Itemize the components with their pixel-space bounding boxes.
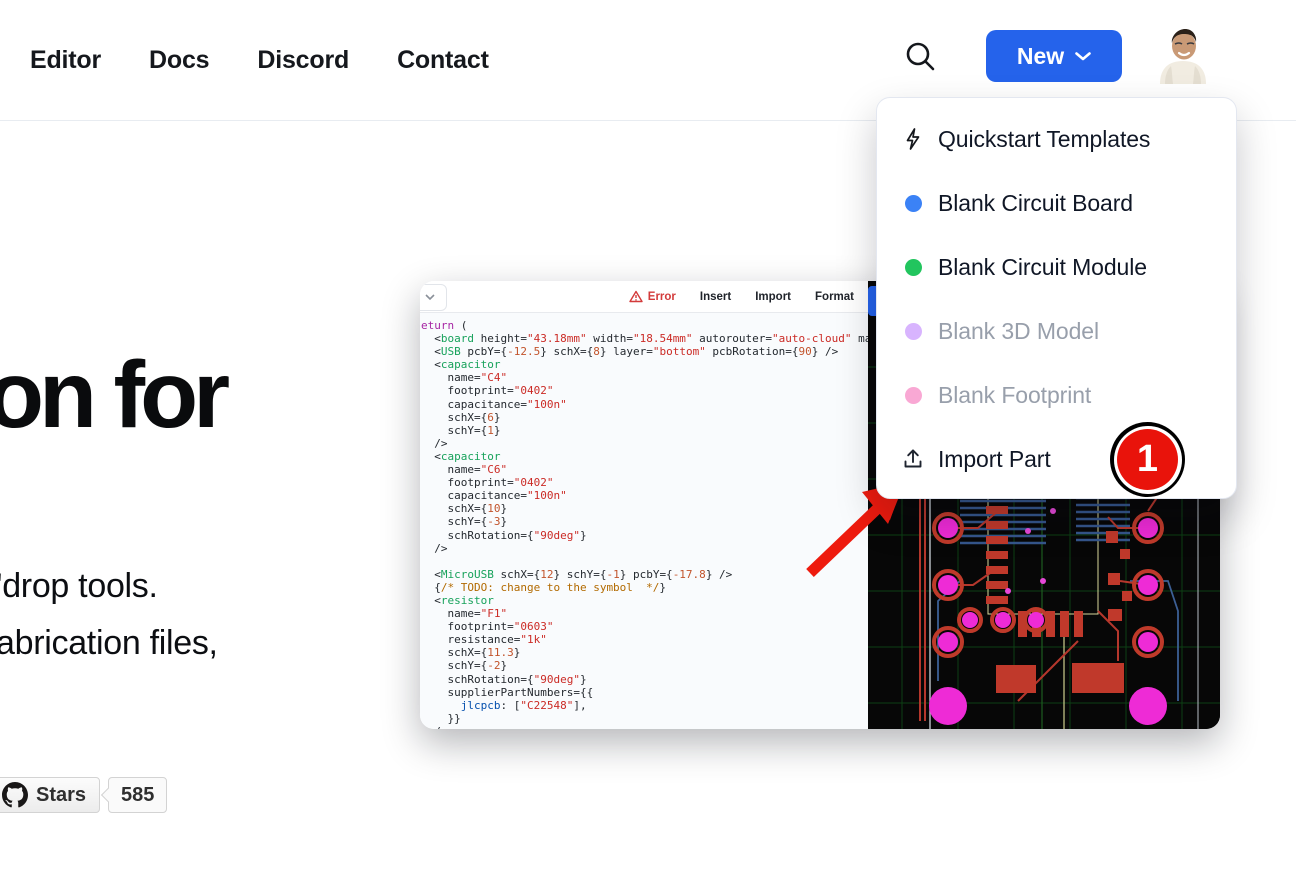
error-label: Error: [648, 291, 676, 303]
new-dropdown-menu: Quickstart Templates Blank Circuit Board…: [876, 97, 1237, 499]
search-icon: [904, 40, 938, 74]
warning-icon: [629, 290, 643, 303]
bolt-icon: [901, 127, 925, 151]
github-stars-label: Stars: [36, 784, 86, 807]
green-dot-icon: [901, 255, 925, 279]
nav-link-contact[interactable]: Contact: [397, 46, 489, 75]
menu-item-blank-footprint[interactable]: Blank Footprint: [877, 363, 1236, 427]
error-menu-item[interactable]: Error: [629, 290, 676, 303]
purple-dot-icon: [901, 319, 925, 343]
code-editor-content[interactable]: eturn ( <board height="43.18mm" width="1…: [420, 313, 868, 729]
menu-item-label: Blank Circuit Board: [938, 190, 1133, 217]
github-stars-button[interactable]: Stars: [0, 777, 100, 813]
menu-item-label: Blank 3D Model: [938, 318, 1099, 345]
code-editor-panel: Error Insert Import Format eturn ( <boar…: [420, 281, 868, 729]
step-badge: 1: [1110, 422, 1185, 497]
nav-link-discord[interactable]: Discord: [257, 46, 349, 75]
search-button[interactable]: [904, 40, 938, 74]
blue-dot-icon: [901, 191, 925, 215]
import-menu-item[interactable]: Import: [755, 291, 791, 303]
nav-link-editor[interactable]: Editor: [30, 46, 101, 75]
pink-dot-icon: [901, 383, 925, 407]
nav-link-docs[interactable]: Docs: [149, 46, 209, 75]
new-button-label: New: [1017, 43, 1064, 70]
menu-item-label: Import Part: [938, 446, 1051, 473]
menu-item-label: Quickstart Templates: [938, 126, 1150, 153]
menu-item-label: Blank Footprint: [938, 382, 1091, 409]
github-icon: [2, 782, 28, 808]
hero-body-line-1: 'drop tools.: [0, 558, 218, 615]
user-avatar[interactable]: [1157, 26, 1209, 84]
chevron-down-icon: [425, 294, 435, 301]
menu-item-blank-circuit-module[interactable]: Blank Circuit Module: [877, 235, 1236, 299]
github-stars-widget: Stars 585: [0, 777, 167, 813]
menu-item-blank-circuit-board[interactable]: Blank Circuit Board: [877, 171, 1236, 235]
hero-title-fragment: on for: [0, 341, 225, 450]
upload-icon: [901, 447, 925, 471]
format-menu-item[interactable]: Format: [815, 291, 854, 303]
github-stars-count[interactable]: 585: [108, 777, 167, 813]
avatar-image: [1157, 26, 1209, 84]
insert-menu-item[interactable]: Insert: [700, 291, 731, 303]
new-button[interactable]: New: [986, 30, 1122, 82]
menu-item-quickstart-templates[interactable]: Quickstart Templates: [877, 107, 1236, 171]
editor-collapse-button[interactable]: [420, 284, 447, 311]
menu-item-blank-3d-model[interactable]: Blank 3D Model: [877, 299, 1236, 363]
hero-body-text: 'drop tools. abrication files,: [0, 558, 218, 672]
hero-body-line-2: abrication files,: [0, 615, 218, 672]
chevron-down-icon: [1075, 52, 1091, 61]
page: on for 'drop tools. abrication files,: [0, 0, 1296, 872]
nav-links: Editor Docs Discord Contact: [30, 0, 489, 120]
step-badge-number: 1: [1117, 429, 1178, 490]
menu-item-label: Blank Circuit Module: [938, 254, 1147, 281]
editor-toolbar: Error Insert Import Format: [420, 281, 868, 313]
